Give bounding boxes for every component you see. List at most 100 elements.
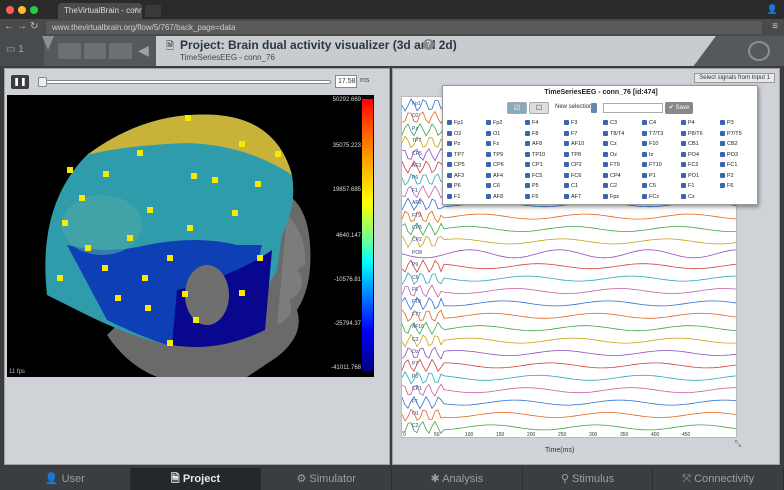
checkbox-checked-icon[interactable]: [486, 193, 491, 199]
channel-checkbox[interactable]: Oz: [603, 151, 617, 158]
checkbox-checked-icon[interactable]: [642, 120, 647, 125]
channel-checkbox[interactable]: C5: [642, 183, 656, 189]
channel-checkbox[interactable]: T7/T3: [642, 130, 663, 137]
checkbox-checked-icon[interactable]: [486, 141, 491, 146]
channel-checkbox[interactable]: FC5: [525, 172, 542, 179]
checkbox-checked-icon[interactable]: [603, 172, 608, 178]
channel-checkbox[interactable]: F8: [525, 130, 538, 137]
checkbox-checked-icon[interactable]: [447, 183, 452, 188]
time-slider[interactable]: [38, 77, 331, 87]
channel-checkbox[interactable]: FC2: [681, 162, 698, 168]
checkbox-checked-icon[interactable]: [564, 151, 569, 157]
checkbox-checked-icon[interactable]: [447, 193, 452, 199]
channel-checkbox[interactable]: C3: [603, 120, 617, 126]
checkbox-checked-icon[interactable]: [603, 120, 608, 125]
checkbox-checked-icon[interactable]: [486, 120, 491, 125]
checkbox-checked-icon[interactable]: [642, 183, 647, 188]
zoom-window-dot[interactable]: [30, 6, 38, 14]
channel-checkbox[interactable]: P4: [681, 120, 695, 126]
channel-checkbox[interactable]: Fp2: [486, 120, 502, 126]
checkbox-checked-icon[interactable]: [447, 120, 452, 125]
check-all-button[interactable]: ☑: [507, 102, 527, 114]
channel-checkbox[interactable]: F1: [447, 193, 460, 200]
checkbox-checked-icon[interactable]: [720, 183, 725, 188]
profile-icon[interactable]: 👤: [767, 4, 778, 15]
checkbox-checked-icon[interactable]: [720, 141, 725, 146]
help-icon[interactable]: ?: [423, 39, 434, 50]
checkbox-checked-icon[interactable]: [603, 141, 608, 146]
checkbox-checked-icon[interactable]: [486, 172, 491, 178]
channel-checkbox[interactable]: Cz: [681, 193, 695, 200]
channel-checkbox[interactable]: Pz: [447, 141, 460, 147]
channel-checkbox[interactable]: TP7: [447, 151, 464, 158]
channel-checkbox[interactable]: AF8: [525, 141, 542, 147]
selection-dropdown[interactable]: [591, 103, 597, 113]
checkbox-checked-icon[interactable]: [681, 162, 686, 167]
channel-checkbox[interactable]: C6: [486, 183, 500, 189]
channel-checkbox[interactable]: CP5: [447, 162, 465, 168]
checkbox-checked-icon[interactable]: [720, 151, 725, 157]
channel-checkbox[interactable]: P2: [720, 172, 734, 179]
channel-checkbox[interactable]: P7/T5: [720, 130, 742, 137]
channel-checkbox[interactable]: AF3: [447, 172, 464, 179]
checkbox-checked-icon[interactable]: [642, 172, 647, 178]
checkbox-checked-icon[interactable]: [447, 130, 452, 136]
checkbox-checked-icon[interactable]: [720, 162, 725, 167]
checkbox-checked-icon[interactable]: [681, 172, 686, 178]
select-signals-button[interactable]: Select signals from Input 1: [694, 73, 775, 83]
checkbox-checked-icon[interactable]: [720, 130, 725, 136]
channel-checkbox[interactable]: CB2: [720, 141, 738, 147]
close-window-dot[interactable]: [6, 6, 14, 14]
browser-menu-icon[interactable]: ≡: [772, 21, 778, 32]
brain-3d-canvas[interactable]: 50292.669 35075.223 19857.685 4640.147 -…: [7, 95, 374, 377]
checkbox-checked-icon[interactable]: [447, 172, 452, 178]
back-icon[interactable]: ←: [4, 21, 14, 32]
channel-checkbox[interactable]: CB1: [681, 141, 699, 147]
channel-checkbox[interactable]: T8/T4: [603, 130, 624, 137]
checkbox-checked-icon[interactable]: [603, 193, 608, 199]
checkbox-checked-icon[interactable]: [564, 120, 569, 125]
channel-checkbox[interactable]: FCz: [642, 193, 659, 200]
channel-checkbox[interactable]: P8/T6: [681, 130, 703, 137]
brain-logo-icon[interactable]: [748, 41, 770, 61]
checkbox-checked-icon[interactable]: [681, 193, 686, 199]
checkbox-checked-icon[interactable]: [564, 130, 569, 136]
channel-checkbox[interactable]: AF7: [564, 193, 581, 200]
channel-checkbox[interactable]: AF10: [564, 141, 584, 147]
channel-checkbox[interactable]: CP6: [486, 162, 504, 168]
checkbox-checked-icon[interactable]: [486, 130, 491, 136]
checkbox-checked-icon[interactable]: [603, 162, 608, 167]
checkbox-checked-icon[interactable]: [681, 141, 686, 146]
checkbox-checked-icon[interactable]: [564, 141, 569, 146]
channel-checkbox[interactable]: O2: [447, 130, 461, 137]
channel-checkbox[interactable]: Cz: [603, 141, 617, 147]
channel-checkbox[interactable]: F7: [564, 130, 577, 137]
checkbox-checked-icon[interactable]: [642, 193, 647, 199]
browser-tab[interactable]: TheVirtualBrain - conn_76 | V ×: [58, 3, 142, 19]
channel-checkbox[interactable]: CP2: [564, 162, 582, 168]
channel-checkbox[interactable]: FT9: [603, 162, 620, 168]
checkbox-checked-icon[interactable]: [681, 120, 686, 125]
checkbox-checked-icon[interactable]: [525, 130, 530, 136]
nav-analysis[interactable]: ✱ Analysis: [392, 468, 523, 490]
channel-checkbox[interactable]: F4: [525, 120, 538, 126]
nav-stimulus[interactable]: ⚲ Stimulus: [523, 468, 654, 490]
channel-checkbox[interactable]: F10: [642, 141, 658, 147]
channel-checkbox[interactable]: F6: [720, 183, 733, 189]
nav-simulator[interactable]: ⚙ Simulator: [261, 468, 393, 490]
channel-checkbox[interactable]: F1: [681, 183, 694, 189]
tab-close-icon[interactable]: ×: [133, 5, 138, 14]
channel-checkbox[interactable]: P1: [642, 172, 656, 179]
minimize-window-dot[interactable]: [18, 6, 26, 14]
checkbox-checked-icon[interactable]: [447, 141, 452, 146]
channel-checkbox[interactable]: TP8: [564, 151, 581, 158]
channel-checkbox[interactable]: AF8: [486, 193, 503, 200]
nav-connectivity[interactable]: ⤧ Connectivity: [653, 468, 784, 490]
checkbox-checked-icon[interactable]: [525, 120, 530, 125]
checkbox-checked-icon[interactable]: [525, 172, 530, 178]
checkbox-checked-icon[interactable]: [564, 162, 569, 167]
new-tab-button[interactable]: [145, 5, 161, 17]
channel-checkbox[interactable]: TP10: [525, 151, 545, 158]
nav-user[interactable]: 👤 User: [0, 468, 131, 490]
checkbox-checked-icon[interactable]: [642, 130, 647, 136]
